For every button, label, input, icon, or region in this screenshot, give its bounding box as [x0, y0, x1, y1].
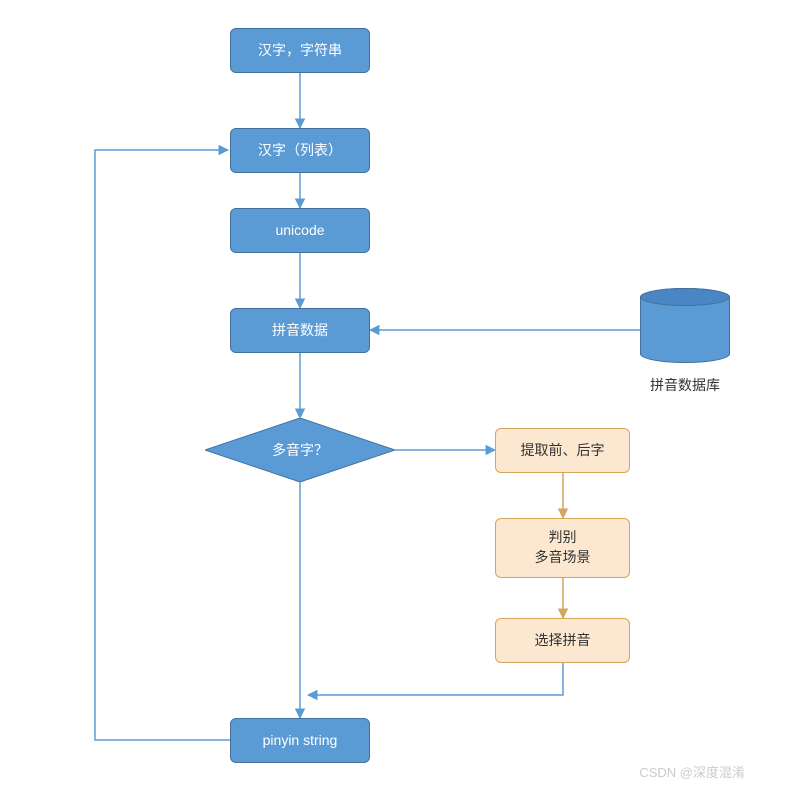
node-unicode: unicode [230, 208, 370, 253]
database-label: 拼音数据库 [640, 375, 730, 395]
node-label: 选择拼音 [535, 631, 591, 651]
node-pinyin-string: pinyin string [230, 718, 370, 763]
node-hanzi-list: 汉字（列表） [230, 128, 370, 173]
node-label: unicode [275, 221, 324, 241]
node-pinyin-data: 拼音数据 [230, 308, 370, 353]
node-label: 汉字（列表） [258, 141, 342, 161]
node-judge-scene: 判别 多音场景 [495, 518, 630, 578]
node-hanzi-string: 汉字，字符串 [230, 28, 370, 73]
decision-polyphone: 多音字？ [205, 418, 395, 482]
node-label: 拼音数据 [272, 321, 328, 341]
edges-layer [0, 0, 795, 799]
node-extract-context: 提取前、后字 [495, 428, 630, 473]
node-label: pinyin string [263, 731, 338, 751]
node-label: 汉字，字符串 [258, 41, 342, 61]
node-select-pinyin: 选择拼音 [495, 618, 630, 663]
node-label: 提取前、后字 [521, 441, 605, 461]
node-label: 判别 多音场景 [535, 528, 591, 567]
database-icon [640, 288, 730, 363]
watermark: CSDN @深度混淆 [639, 762, 745, 781]
node-label: 多音字？ [272, 440, 328, 460]
